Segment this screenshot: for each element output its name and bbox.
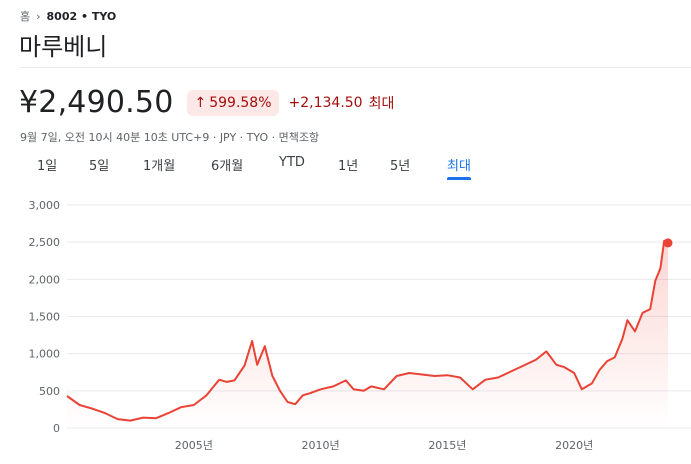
x-tick-label: 2015년 xyxy=(428,439,466,452)
tab-5y[interactable]: 5년 xyxy=(390,155,410,180)
change-absolute: +2,134.50 xyxy=(288,94,363,111)
tab-max[interactable]: 최대 xyxy=(447,155,471,180)
tab-1d[interactable]: 1일 xyxy=(37,155,57,180)
change-percent: 599.58% xyxy=(209,94,272,111)
x-tick-label: 2020년 xyxy=(555,439,593,452)
y-tick-label: 3,000 xyxy=(29,199,61,212)
change-period: 최대 xyxy=(368,95,395,112)
price-chart[interactable]: 0 500 1,000 1,500 2,000 2,500 3,000 2005년 2010년… xyxy=(0,190,691,464)
current-price: ¥2,490.50 xyxy=(19,85,174,120)
x-tick-label: 2010년 xyxy=(302,439,340,452)
x-tick-label: 2005년 xyxy=(175,439,213,452)
y-tick-label: 0 xyxy=(53,422,60,435)
tab-1y[interactable]: 1년 xyxy=(338,155,358,180)
y-tick-label: 2,500 xyxy=(29,236,61,249)
y-tick-label: 500 xyxy=(39,385,60,398)
y-tick-label: 1,000 xyxy=(29,348,61,361)
breadcrumb-ticker: 8002 • TYO xyxy=(46,9,117,23)
chevron-right-icon: › xyxy=(36,9,41,23)
tab-1m[interactable]: 1개월 xyxy=(143,155,175,180)
breadcrumb-home-link[interactable]: 홈 xyxy=(20,8,30,24)
arrow-up-icon: ↑ xyxy=(194,94,207,111)
latest-price-dot xyxy=(663,238,673,248)
company-name: 마루베니 xyxy=(19,33,108,61)
y-tick-label: 1,500 xyxy=(29,311,61,324)
tab-6m[interactable]: 6개월 xyxy=(211,155,243,180)
tab-ytd[interactable]: YTD xyxy=(279,155,305,176)
price-row: ¥2,490.50 ↑ 599.58% +2,134.50 최대 xyxy=(19,85,394,120)
tab-5d[interactable]: 5일 xyxy=(89,155,109,180)
change-percent-badge: ↑ 599.58% xyxy=(187,89,279,116)
price-area xyxy=(67,240,668,428)
breadcrumb: 홈 › 8002 • TYO xyxy=(20,8,116,24)
header-divider xyxy=(20,67,691,68)
y-tick-label: 2,000 xyxy=(29,273,61,286)
range-tabs: 1일 5일 1개월 6개월 YTD 1년 5년 최대 xyxy=(0,155,691,181)
quote-metadata: 9월 7일, 오전 10시 40분 10초 UTC+9 · JPY · TYO … xyxy=(20,131,320,144)
